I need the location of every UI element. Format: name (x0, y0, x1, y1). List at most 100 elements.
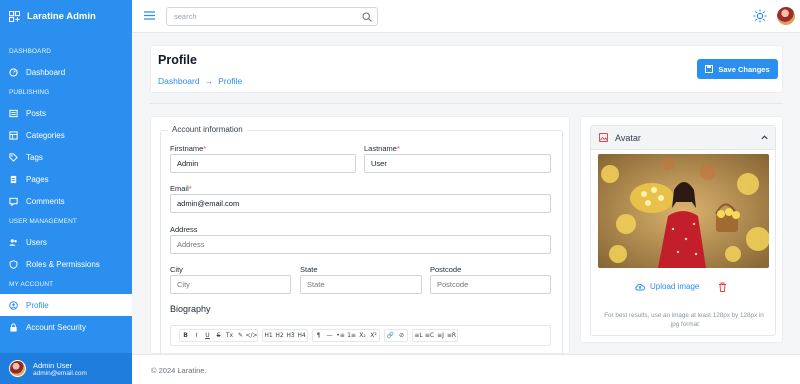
sidebar-item-account-security[interactable]: Account Security (0, 316, 132, 338)
subscript-button[interactable]: X₂ (357, 330, 368, 341)
sidebar-item-users[interactable]: Users (0, 231, 132, 253)
breadcrumb-separator: → (204, 76, 214, 86)
page-header: Profile Dashboard → Profile Save Changes (150, 45, 783, 93)
section-dashboard-label: DASHBOARD (9, 48, 52, 55)
sidebar-item-label: Tags (26, 152, 43, 162)
page-title: Profile (158, 53, 197, 67)
code-button[interactable]: </> (245, 330, 257, 341)
firstname-label: Firstname* (170, 144, 207, 153)
account-form-card: Account information Firstname* Lastname*… (150, 116, 570, 360)
bullet-list-button[interactable]: •≡ (335, 330, 346, 341)
breadcrumb-dashboard[interactable]: Dashboard (158, 76, 200, 86)
posts-icon (9, 109, 18, 118)
align-left-button[interactable]: ≡L (413, 330, 424, 341)
h4-button[interactable]: H4 (296, 330, 307, 341)
h2-button[interactable]: H2 (274, 330, 285, 341)
state-field[interactable] (300, 275, 422, 294)
sidebar-item-label: Profile (26, 300, 49, 310)
save-changes-label: Save Changes (718, 64, 770, 74)
upload-image-button[interactable]: Upload image (635, 282, 699, 291)
horizontal-rule-button[interactable]: — (324, 330, 335, 341)
paragraph-button[interactable]: ¶ (313, 330, 324, 341)
sidebar-item-label: Categories (26, 130, 65, 140)
divider (150, 103, 783, 104)
postcode-label: Postcode (430, 265, 462, 274)
bold-button[interactable]: B (180, 330, 191, 341)
sidebar-item-roles[interactable]: Roles & Permissions (0, 253, 132, 275)
upload-image-label: Upload image (650, 282, 700, 291)
unlink-icon[interactable]: ⊘ (396, 330, 407, 341)
sidebar-item-label: Posts (26, 108, 47, 118)
link-icon[interactable]: 🔗 (385, 330, 396, 341)
search-icon[interactable] (362, 12, 372, 22)
shield-icon (9, 259, 18, 269)
sidebar-item-label: Comments (26, 196, 65, 206)
lastname-label: Lastname* (364, 144, 400, 153)
tag-icon (9, 152, 18, 162)
user-avatar[interactable] (777, 7, 795, 25)
sidebar-item-label: Account Security (26, 322, 87, 332)
align-justify-button[interactable]: ≡J (435, 330, 446, 341)
italic-button[interactable]: I (191, 330, 202, 341)
user-email: admin@email.com (33, 369, 87, 377)
clear-format-button[interactable]: Tx (224, 330, 235, 341)
align-center-button[interactable]: ≡C (424, 330, 435, 341)
sidebar-item-label: Roles & Permissions (26, 259, 100, 269)
sidebar-user[interactable]: Admin User admin@email.com (0, 353, 132, 384)
city-field[interactable] (170, 275, 291, 294)
toolbar-group-headings: H1 H2 H3 H4 (262, 329, 308, 342)
section-my-account-label: MY ACCOUNT (9, 281, 54, 288)
categories-icon (9, 130, 18, 140)
sidebar-item-categories[interactable]: Categories (0, 124, 132, 146)
sidebar-item-pages[interactable]: Pages (0, 168, 132, 190)
profile-icon (9, 300, 18, 310)
align-right-button[interactable]: ≡R (446, 330, 457, 341)
avatar-card: Avatar Upload image For best results, us… (580, 116, 783, 343)
h1-button[interactable]: H1 (263, 330, 274, 341)
strike-button[interactable]: S (213, 330, 224, 341)
comment-icon (9, 197, 18, 206)
avatar-image (598, 154, 769, 268)
upload-hint: For best results, use an image at least … (604, 312, 764, 328)
superscript-button[interactable]: X² (368, 330, 379, 341)
trash-icon[interactable] (718, 282, 727, 292)
sidebar-item-profile[interactable]: Profile (0, 294, 132, 316)
address-field[interactable] (170, 235, 551, 254)
state-label: State (300, 265, 318, 274)
logo-icon (9, 11, 20, 22)
ordered-list-button[interactable]: 1≡ (346, 330, 357, 341)
user-name: Admin User (33, 360, 73, 370)
avatar-panel-header[interactable]: Avatar (591, 126, 775, 150)
upload-cloud-icon (635, 283, 645, 290)
editor-toolbar: B I U S Tx ✎ </> H1 H2 H3 H4 ¶ — •≡ 1≡ X… (170, 325, 551, 346)
biography-label: Biography (170, 304, 211, 314)
save-changes-button[interactable]: Save Changes (697, 59, 778, 79)
section-user-management-label: USER MANAGEMENT (9, 218, 77, 225)
save-icon (705, 65, 714, 73)
sidebar-item-posts[interactable]: Posts (0, 102, 132, 124)
h3-button[interactable]: H3 (285, 330, 296, 341)
toolbar-group-format: B I U S Tx ✎ </> (179, 329, 258, 342)
underline-button[interactable]: U (202, 330, 213, 341)
avatar-panel-title: Avatar (615, 132, 641, 143)
brand[interactable]: Laratine Admin (0, 0, 132, 33)
theme-toggle-icon[interactable] (753, 9, 767, 23)
email-field[interactable] (170, 194, 551, 213)
pages-icon (9, 175, 18, 184)
highlight-button[interactable]: ✎ (235, 330, 246, 341)
breadcrumb: Dashboard → Profile (158, 76, 242, 86)
chevron-up-icon[interactable] (760, 133, 769, 142)
image-icon (599, 133, 608, 142)
sidebar-item-comments[interactable]: Comments (0, 190, 132, 212)
fieldset-legend: Account information (168, 125, 247, 134)
postcode-field[interactable] (430, 275, 551, 294)
avatar (9, 360, 26, 377)
sidebar-item-label: Dashboard (26, 67, 66, 77)
breadcrumb-profile: Profile (218, 76, 243, 86)
firstname-field[interactable] (170, 154, 356, 173)
search-input[interactable] (167, 8, 347, 25)
menu-icon[interactable] (144, 11, 155, 20)
sidebar-item-tags[interactable]: Tags (0, 146, 132, 168)
lastname-field[interactable] (364, 154, 551, 173)
sidebar-item-dashboard[interactable]: Dashboard (0, 61, 132, 83)
